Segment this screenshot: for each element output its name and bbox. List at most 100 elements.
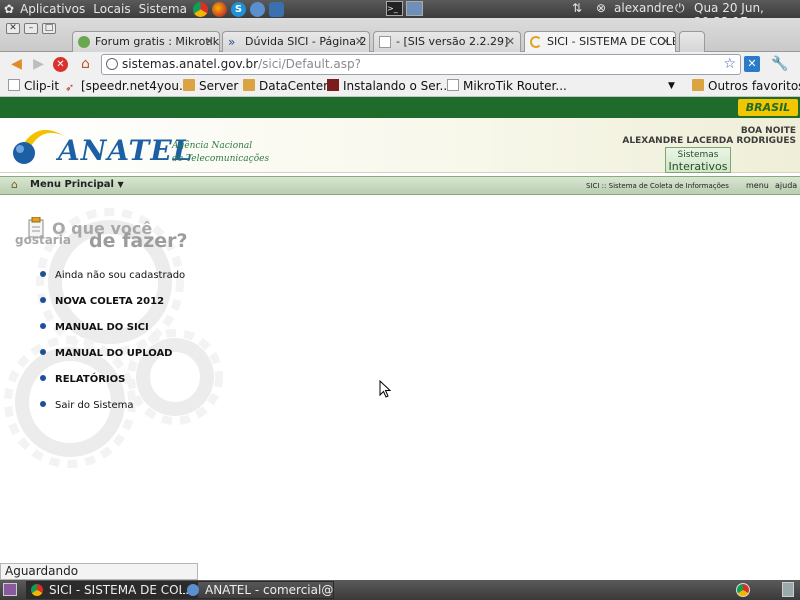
chrome-icon	[31, 584, 43, 596]
option-label: RELATÓRIOS	[55, 374, 126, 385]
bookmark-mikrotik[interactable]: MikroTik Router...	[447, 79, 567, 93]
site-header: ANATEL Agência Nacional de Telecomunicaç…	[0, 118, 800, 173]
web-page: BRASIL ANATEL Agência Nacional de Teleco…	[0, 97, 800, 563]
option-not-registered[interactable]: Ainda não sou cadastrado	[40, 270, 185, 281]
menu-system[interactable]: Sistema	[139, 2, 187, 16]
back-icon[interactable]: ◀	[8, 56, 25, 73]
menu-principal[interactable]: Menu Principal ▼	[30, 179, 124, 190]
tab-label: - [SIS versão 2.2.29]	[396, 35, 509, 48]
tab-forum[interactable]: Forum gratis : Mikrotik ... ✕	[72, 31, 220, 52]
skype-launcher-icon[interactable]: S	[230, 1, 246, 17]
anatel-logo-icon	[13, 129, 64, 164]
trash-icon[interactable]	[782, 582, 794, 597]
menu-applications[interactable]: Aplicativos	[20, 2, 85, 16]
bookmark-star-icon[interactable]: ☆	[723, 55, 736, 74]
tray-chrome-icon[interactable]	[736, 583, 750, 597]
stop-icon[interactable]: ✕	[53, 57, 68, 72]
forum-favicon-icon	[78, 36, 90, 48]
close-tab-icon[interactable]: ✕	[355, 32, 364, 51]
browser-titlebar: ✕ – □ Forum gratis : Mikrotik ... ✕ » Dú…	[0, 18, 800, 53]
top-panel: ✿ Aplicativos Locais Sistema S >_ ⇅ ⊗ al…	[0, 0, 800, 29]
site-favicon-icon	[327, 79, 339, 91]
close-tab-icon[interactable]: ✕	[205, 32, 214, 51]
user-status-icon[interactable]: ⊗	[596, 1, 606, 15]
option-logout[interactable]: Sair do Sistema	[40, 400, 133, 411]
user-name[interactable]: alexandre	[614, 1, 674, 15]
email-client-icon	[187, 584, 199, 596]
bookmark-other[interactable]: Outros favoritos	[692, 79, 800, 93]
option-manual-upload[interactable]: MANUAL DO UPLOAD	[40, 348, 173, 359]
menu-dropdown-icon: ▼	[117, 180, 124, 189]
bookmark-speedr[interactable]: ➶ [speedr.net4you...	[65, 79, 190, 94]
option-label: MANUAL DO SICI	[55, 322, 149, 333]
window-maximize-button[interactable]: □	[42, 23, 56, 34]
wrench-icon[interactable]: 🔧	[771, 56, 788, 73]
tab-sis[interactable]: - [SIS versão 2.2.29] ✕	[373, 31, 521, 52]
bookmark-datacenter[interactable]: DataCenter	[243, 79, 328, 93]
sistemas-interativos-button[interactable]: Sistemas Interativos	[665, 147, 731, 173]
firefox-launcher-icon[interactable]	[211, 1, 227, 17]
window-minimize-button[interactable]: –	[24, 23, 38, 34]
folder-icon	[243, 79, 255, 91]
page-info-icon[interactable]	[106, 58, 118, 70]
agency-line-2: de Telecomunicações	[172, 154, 270, 164]
close-tab-icon[interactable]: ✕	[506, 32, 515, 51]
bookmark-clipit[interactable]: Clip-it	[8, 79, 59, 93]
taskbar-label: ANATEL - comercial@n...	[205, 583, 334, 597]
tab-duvida[interactable]: » Dúvida SICI - Página 2 ✕	[222, 31, 370, 52]
home-menu-icon[interactable]: ⌂	[11, 178, 18, 191]
sici-system-title: SICI :: Sistema de Coleta de Informações	[586, 182, 729, 190]
mouse-cursor-icon	[379, 380, 391, 398]
document-favicon-icon	[379, 36, 391, 48]
network-launcher-icon[interactable]	[249, 1, 265, 17]
option-relatorios[interactable]: RELATÓRIOS	[40, 374, 125, 385]
forward-icon[interactable]: ▶	[30, 56, 47, 73]
loading-spinner-icon	[530, 36, 542, 48]
window-menu-button[interactable]: ✕	[6, 23, 20, 34]
home-icon[interactable]: ⌂	[77, 56, 94, 73]
bullet-icon	[40, 271, 46, 277]
chrome-launcher-icon[interactable]	[192, 1, 208, 17]
extension-icon[interactable]: ✕	[744, 56, 760, 72]
site-menubar: ⌂ Menu Principal ▼ SICI :: Sistema de Co…	[0, 176, 800, 195]
user-greeting: BOA NOITE ALEXANDRE LACERDA RODRIGUES	[622, 126, 796, 146]
option-manual-sici[interactable]: MANUAL DO SICI	[40, 322, 149, 333]
new-tab-button[interactable]	[679, 31, 705, 52]
bookmark-server[interactable]: Server	[183, 79, 238, 93]
logged-user-name: ALEXANDRE LACERDA RODRIGUES	[622, 136, 796, 146]
option-nova-coleta[interactable]: NOVA COLETA 2012	[40, 296, 164, 307]
network-transfer-icon[interactable]: ⇅	[572, 1, 582, 15]
address-host: sistemas.anatel.gov.br	[122, 57, 259, 71]
bookmark-instalando[interactable]: Instalando o Ser...	[327, 79, 451, 93]
bookmark-label: Outros favoritos	[708, 79, 800, 93]
bullet-icon	[40, 297, 46, 303]
bullet-icon	[40, 375, 46, 381]
menu-link[interactable]: menu	[746, 181, 769, 190]
tab-label: Dúvida SICI - Página 2	[245, 35, 367, 48]
status-bubble: Aguardando sistemas.anatel.gov.br...	[0, 563, 198, 593]
menu-places[interactable]: Locais	[93, 2, 130, 16]
bookmarks-overflow-icon[interactable]: ▼	[668, 81, 675, 91]
option-label: MANUAL DO UPLOAD	[55, 348, 173, 359]
close-tab-icon[interactable]: ✕	[661, 32, 670, 51]
monitor-icon[interactable]	[406, 1, 423, 16]
tab-sici[interactable]: SICI - SISTEMA DE COLE... ✕	[524, 31, 676, 53]
bullet-icon	[40, 401, 46, 407]
show-desktop-icon[interactable]	[3, 583, 17, 596]
taskbar-label: SICI - SISTEMA DE COL...	[49, 583, 197, 597]
gnome-foot-icon[interactable]: ✿	[4, 2, 14, 16]
brasil-logo[interactable]: BRASIL	[738, 99, 798, 116]
email-launcher-icon[interactable]	[268, 1, 284, 17]
page-icon	[8, 79, 20, 91]
help-link[interactable]: ajuda	[775, 181, 797, 190]
bookmark-label: Instalando o Ser...	[343, 79, 451, 93]
sys-big-label: Interativos	[668, 160, 728, 173]
power-icon[interactable]: ⏻	[675, 1, 685, 16]
agency-name: Agência Nacional de Telecomunicações	[172, 140, 269, 166]
greeting-text: BOA NOITE	[740, 126, 796, 136]
taskbar-item-sici[interactable]: SICI - SISTEMA DE COL...	[26, 581, 198, 599]
address-bar[interactable]: sistemas.anatel.gov.br/sici/Default.asp?…	[101, 54, 741, 75]
terminal-icon[interactable]: >_	[386, 1, 403, 16]
taskbar-item-anatel[interactable]: ANATEL - comercial@n...	[182, 581, 334, 599]
agency-line-1: Agência Nacional	[172, 141, 253, 151]
